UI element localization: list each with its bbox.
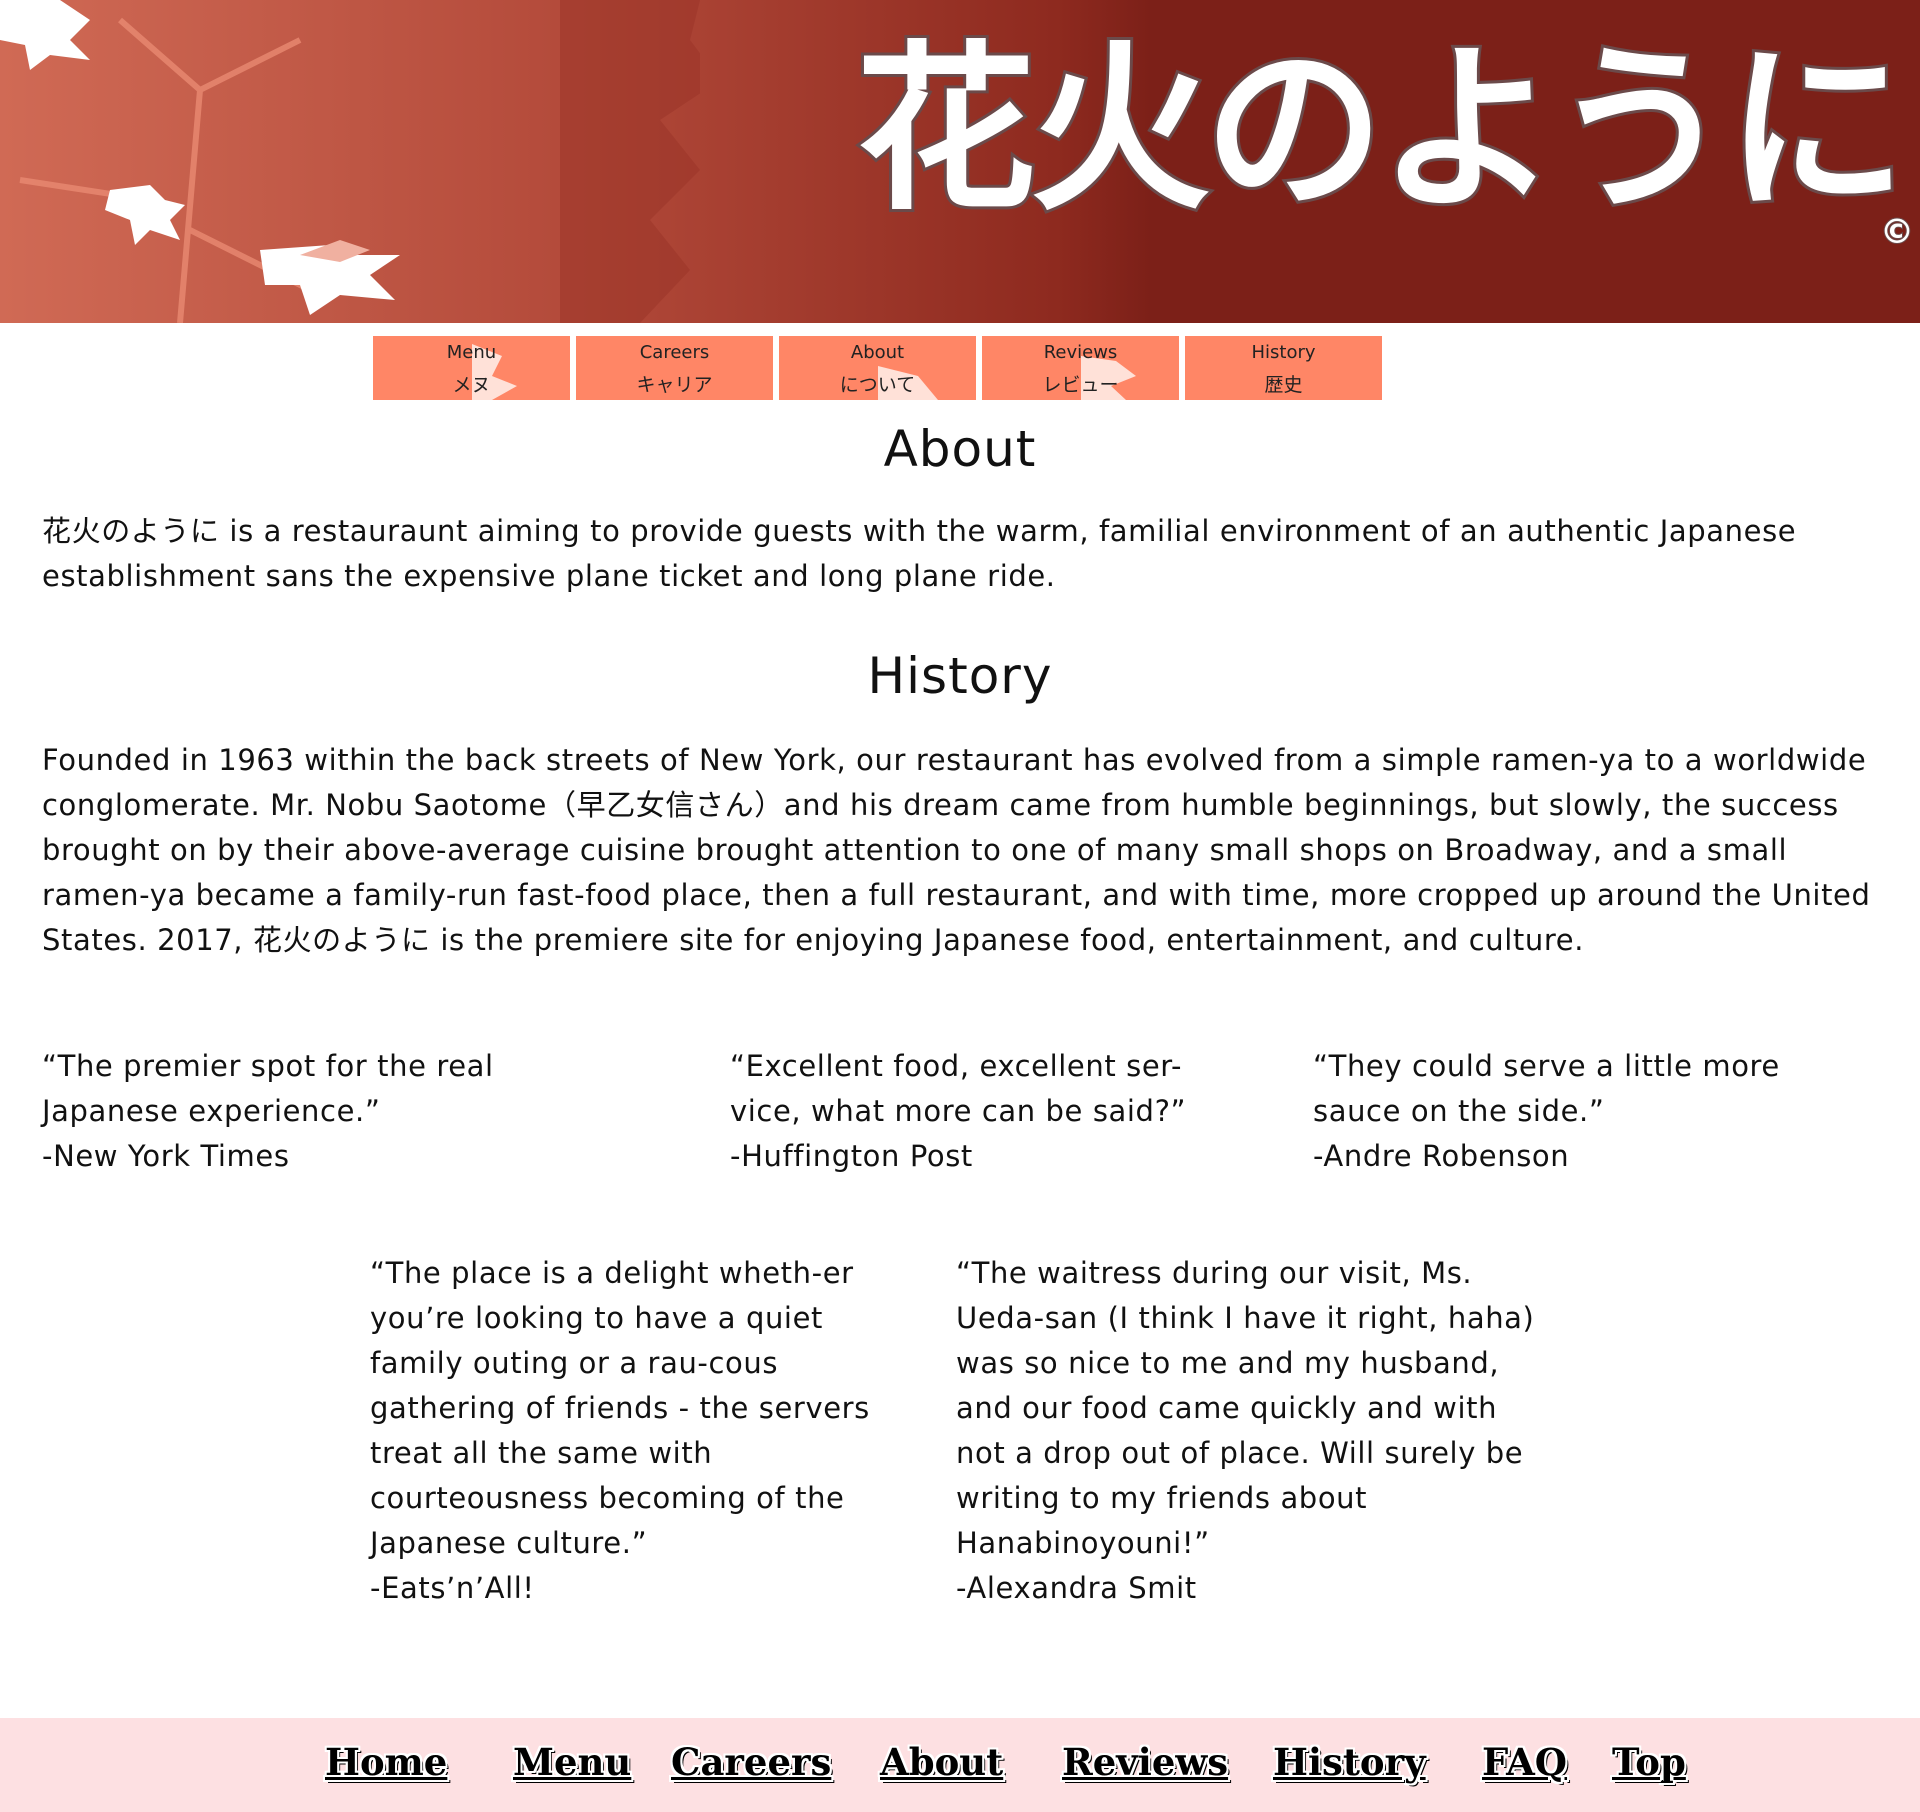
nav-tile-about[interactable]: About について [779, 336, 976, 400]
footer-link-reviews[interactable]: Reviews [1062, 1740, 1228, 1784]
footer-link-careers[interactable]: Careers [671, 1740, 831, 1784]
top-nav: Menu メヌ Careers キャリア About について Reviews … [373, 336, 1388, 401]
review-source: -Eats’n’All! [370, 1571, 535, 1605]
review-card: “The waitress during our visit, Ms. Ueda… [956, 1251, 1536, 1611]
nav-tile-label-en: History [1251, 342, 1316, 363]
review-quote: “Excellent food, excellent ser-vice, wha… [730, 1049, 1187, 1128]
nav-tile-label-jp: について [839, 374, 916, 396]
review-card: “Excellent food, excellent ser-vice, wha… [730, 1044, 1250, 1179]
footer-link-top[interactable]: Top [1612, 1740, 1686, 1784]
about-text: 花火のように is a restauraunt aiming to provid… [42, 514, 1797, 593]
review-quote: “The waitress during our visit, Ms. Ueda… [956, 1256, 1535, 1560]
footer-link-faq[interactable]: FAQ [1482, 1740, 1567, 1784]
review-source: -New York Times [42, 1139, 290, 1173]
review-quote: “They could serve a little more sauce on… [1313, 1049, 1780, 1128]
nav-tile-careers[interactable]: Careers キャリア [576, 336, 773, 400]
nav-tile-label-jp: レビュー [1042, 374, 1119, 396]
review-source: -Huffington Post [730, 1139, 973, 1173]
nav-tile-label-jp: 歴史 [1264, 374, 1303, 396]
review-card: “The place is a delight wheth-er you’re … [370, 1251, 885, 1611]
copyright-mark: © [1879, 211, 1915, 253]
maple-leaves-decoration [0, 0, 700, 323]
footer-link-history[interactable]: History [1273, 1740, 1426, 1784]
history-heading: History [867, 647, 1053, 705]
nav-tile-label-en: About [850, 342, 905, 363]
nav-tile-label-en: Reviews [1043, 342, 1118, 363]
review-card: “They could serve a little more sauce on… [1313, 1044, 1873, 1179]
footer-link-home[interactable]: Home [325, 1740, 447, 1784]
footer-link-about[interactable]: About [880, 1740, 1003, 1784]
review-source: -Alexandra Smit [956, 1571, 1197, 1605]
footer-link-menu[interactable]: Menu [513, 1740, 631, 1784]
footer-nav: Home Menu Careers About Reviews History … [0, 1718, 1920, 1812]
nav-tile-reviews[interactable]: Reviews レビュー [982, 336, 1179, 400]
nav-tile-label-jp: メヌ [452, 374, 491, 396]
header-banner: 花火のように © [0, 0, 1920, 323]
review-quote: “The place is a delight wheth-er you’re … [370, 1256, 870, 1560]
about-heading: About [883, 420, 1037, 478]
history-text: Founded in 1963 within the back streets … [42, 743, 1871, 957]
review-quote: “The premier spot for the real Japanese … [42, 1049, 494, 1128]
nav-tile-menu[interactable]: Menu メヌ [373, 336, 570, 400]
review-source: -Andre Robenson [1313, 1139, 1570, 1173]
nav-tile-label-jp: キャリア [636, 374, 713, 396]
nav-tile-label-en: Careers [639, 342, 710, 363]
nav-tile-history[interactable]: History 歴史 [1185, 336, 1382, 400]
nav-tile-label-en: Menu [446, 342, 497, 363]
review-card: “The premier spot for the real Japanese … [42, 1044, 602, 1179]
site-title: 花火のように [853, 24, 1909, 235]
